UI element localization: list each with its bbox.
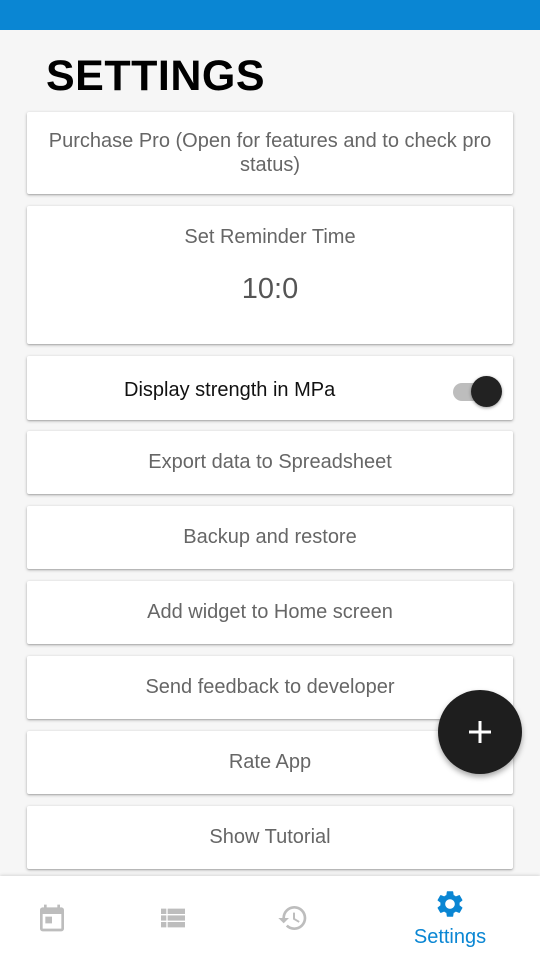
reminder-time-value: 10:0: [241, 273, 299, 305]
nav-item-calendar[interactable]: [0, 876, 112, 960]
widget-label: Add widget to Home screen: [147, 601, 393, 623]
tutorial-label: Show Tutorial: [209, 826, 331, 848]
nav-label-settings: Settings: [413, 925, 487, 948]
display-strength-toggle[interactable]: [453, 376, 503, 407]
show-tutorial-button[interactable]: Show Tutorial: [27, 806, 513, 869]
set-reminder-time-button[interactable]: Set Reminder Time 10:0: [27, 206, 513, 344]
gear-icon: [437, 890, 463, 917]
calendar-icon: [40, 904, 64, 932]
display-strength-row: Display strength in MPa: [27, 356, 513, 420]
reminder-time-label: Set Reminder Time: [184, 226, 356, 248]
nav-item-list[interactable]: [113, 876, 233, 960]
bottom-navigation: Settings: [0, 876, 540, 960]
add-widget-button[interactable]: Add widget to Home screen: [27, 581, 513, 644]
status-bar: [0, 0, 540, 30]
add-fab-button[interactable]: [438, 690, 522, 774]
send-feedback-button[interactable]: Send feedback to developer: [27, 656, 513, 719]
backup-restore-button[interactable]: Backup and restore: [27, 506, 513, 569]
purchase-pro-button[interactable]: Purchase Pro (Open for features and to c…: [27, 112, 513, 194]
purchase-pro-label: Purchase Pro (Open for features and to c…: [48, 130, 492, 176]
feedback-label: Send feedback to developer: [145, 676, 395, 698]
export-spreadsheet-button[interactable]: Export data to Spreadsheet: [27, 431, 513, 494]
export-label: Export data to Spreadsheet: [148, 451, 392, 473]
nav-item-settings[interactable]: Settings: [390, 876, 510, 960]
plus-icon: [469, 721, 491, 743]
toggle-thumb: [471, 376, 502, 407]
history-icon: [278, 906, 307, 930]
list-icon: [161, 908, 185, 928]
nav-item-history[interactable]: [233, 876, 353, 960]
display-strength-label: Display strength in MPa: [124, 379, 336, 401]
rate-label: Rate App: [228, 751, 312, 773]
backup-label: Backup and restore: [183, 526, 357, 548]
page-title: SETTINGS: [46, 52, 266, 100]
